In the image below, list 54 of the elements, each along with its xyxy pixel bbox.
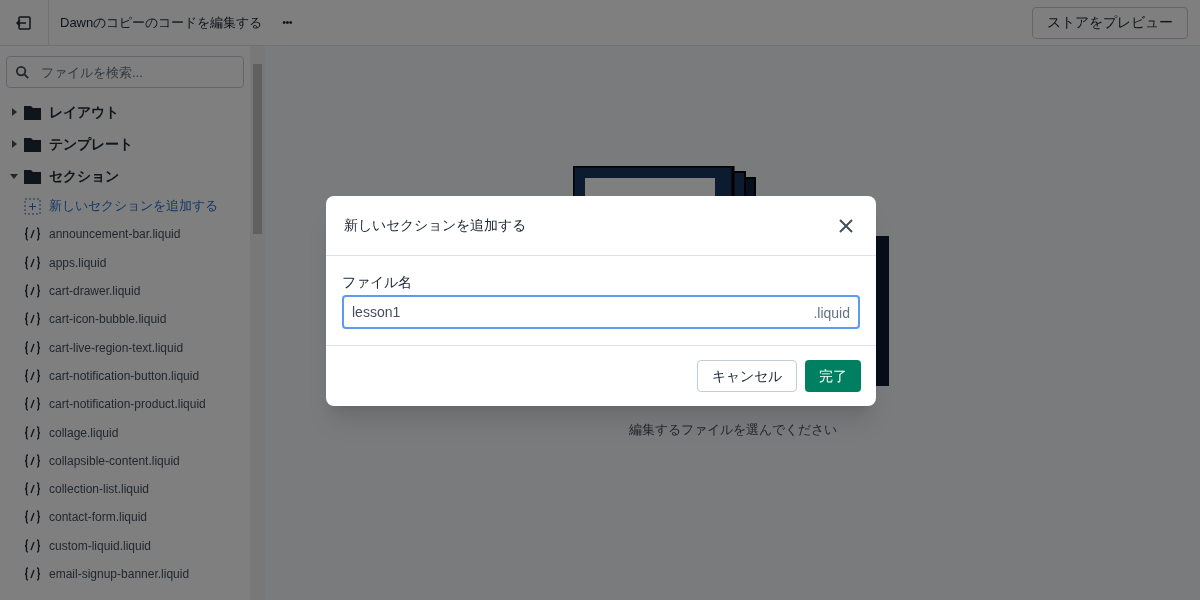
folder-item[interactable]: テンプレート: [0, 128, 250, 160]
file-item[interactable]: apps.liquid: [0, 248, 250, 277]
file-item[interactable]: cart-drawer.liquid: [0, 276, 250, 306]
folder-icon: [24, 104, 41, 120]
page-title: Dawnのコピーのコードを編集する: [60, 13, 263, 32]
close-icon: [838, 217, 854, 234]
code-icon: [24, 567, 41, 581]
cancel-button[interactable]: キャンセル: [697, 360, 797, 392]
code-icon: [24, 510, 41, 525]
folder-label: セクション: [49, 166, 119, 186]
done-button[interactable]: 完了: [805, 360, 861, 392]
exit-icon: [16, 14, 32, 31]
file-item[interactable]: cart-icon-bubble.liquid: [0, 305, 250, 334]
code-icon: [24, 368, 41, 383]
file-item[interactable]: cart-live-region-text.liquid: [0, 333, 250, 362]
file-item[interactable]: cart-notification-product.liquid: [0, 390, 250, 419]
code-icon: [24, 255, 41, 270]
caret-icon: [10, 108, 18, 116]
code-icon: [24, 312, 41, 327]
file-item[interactable]: collapsible-content.liquid: [0, 446, 250, 475]
code-icon: [24, 284, 41, 299]
caret-icon: [10, 140, 18, 148]
code-icon: [24, 425, 41, 440]
caret-icon: [10, 172, 18, 180]
folder-label: レイアウト: [49, 102, 119, 122]
more-button[interactable]: •••: [278, 14, 297, 31]
code-icon: [24, 482, 41, 497]
search-icon: [15, 65, 30, 80]
file-item[interactable]: cart-notification-button.liquid: [0, 361, 250, 391]
field-label: ファイル名: [342, 273, 413, 292]
folder-label: テンプレート: [49, 134, 133, 154]
file-item[interactable]: collage.liquid: [0, 418, 250, 447]
code-icon: [24, 397, 41, 412]
add-section-link[interactable]: 新しいセクションを追加する: [0, 192, 250, 221]
folder-icon: [24, 168, 41, 184]
search-field[interactable]: ファイルを検索...: [6, 56, 244, 88]
file-extension: .liquid: [813, 304, 850, 323]
file-item[interactable]: contact-form.liquid: [0, 503, 250, 532]
file-item[interactable]: announcement-bar.liquid: [0, 220, 250, 249]
empty-state-text: 編集するファイルを選んでください: [628, 421, 837, 439]
dialog-title: 新しいセクションを追加する: [344, 216, 526, 235]
code-icon: [24, 340, 41, 355]
add-icon: [24, 197, 41, 215]
file-item[interactable]: email-signup-banner.liquid: [0, 559, 250, 589]
folder-icon: [24, 136, 41, 152]
folder-item[interactable]: セクション: [0, 160, 250, 192]
preview-button[interactable]: ストアをプレビュー: [1032, 6, 1188, 39]
code-icon: [24, 453, 41, 468]
folder-item[interactable]: レイアウト: [0, 96, 250, 128]
code-icon: [24, 227, 41, 242]
scrollbar[interactable]: [250, 46, 265, 600]
code-icon: [24, 538, 41, 553]
file-item[interactable]: custom-liquid.liquid: [0, 531, 250, 560]
file-item[interactable]: collection-list.liquid: [0, 474, 250, 504]
